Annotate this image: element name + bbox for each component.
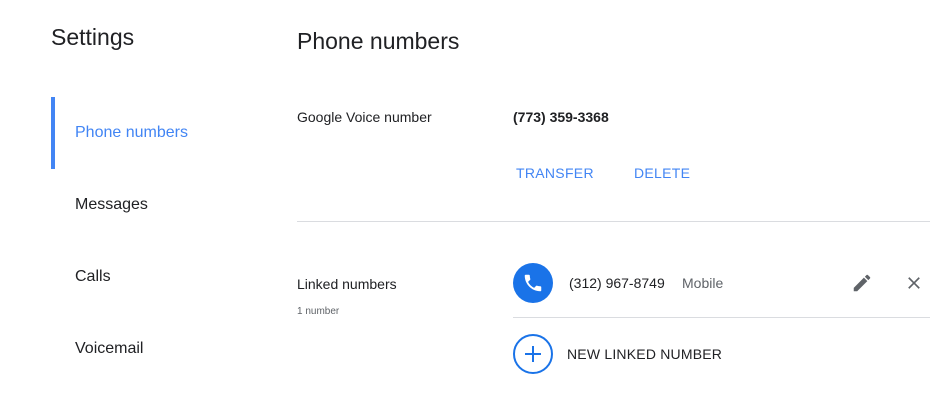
section-divider	[297, 221, 930, 222]
transfer-button[interactable]: TRANSFER	[516, 165, 594, 181]
sidebar-item-calls[interactable]: Calls	[51, 241, 251, 313]
new-linked-number-button[interactable]: NEW LINKED NUMBER	[567, 346, 722, 362]
linked-divider	[513, 317, 930, 318]
sidebar-item-messages[interactable]: Messages	[51, 169, 251, 241]
add-linked-number-plus-icon[interactable]	[513, 334, 553, 374]
edit-pencil-icon[interactable]	[850, 271, 874, 295]
close-icon[interactable]	[902, 271, 926, 295]
sidebar-item-phone-numbers[interactable]: Phone numbers	[51, 97, 251, 169]
sidebar-item-voicemail[interactable]: Voicemail	[51, 313, 251, 385]
linked-numbers-count: 1 number	[297, 306, 340, 317]
phone-icon	[513, 263, 553, 303]
google-voice-number-value: (773) 359-3368	[513, 109, 609, 125]
delete-button[interactable]: DELETE	[634, 165, 690, 181]
linked-number-type: Mobile	[682, 275, 724, 291]
linked-number-value: (312) 967-8749	[569, 275, 665, 291]
settings-title: Settings	[51, 24, 135, 50]
page-title: Phone numbers	[297, 28, 460, 54]
google-voice-number-label: Google Voice number	[297, 109, 432, 125]
linked-numbers-label: Linked numbers	[297, 276, 397, 292]
